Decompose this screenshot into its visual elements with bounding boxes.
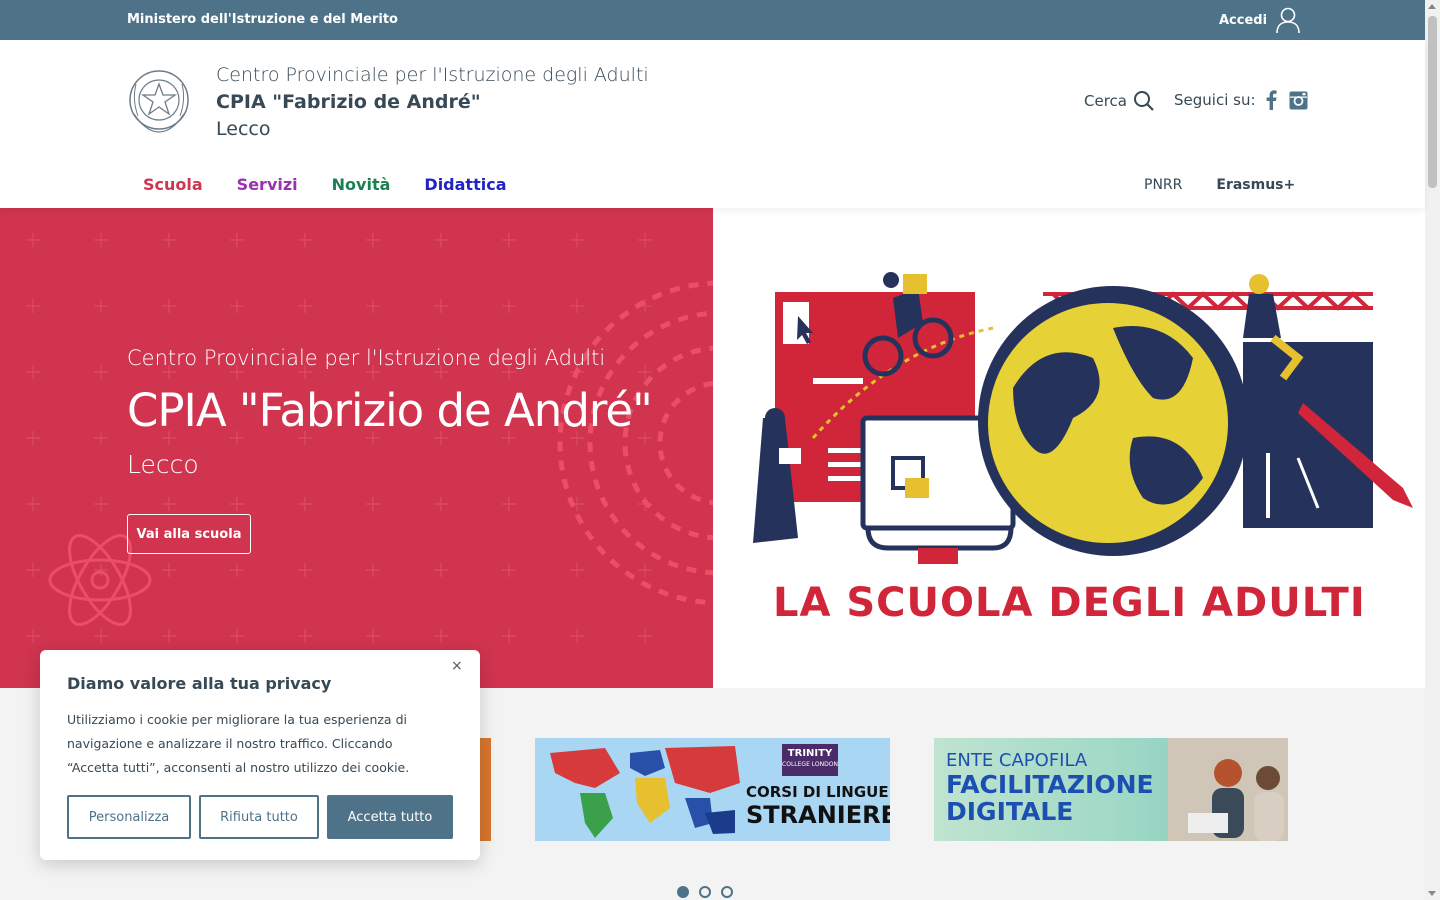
trinity-badge-title: TRINITY (787, 748, 833, 759)
scroll-up-icon[interactable] (1428, 4, 1436, 9)
hero-title: CPIA "Fabrizio de André" (127, 384, 653, 437)
top-bar: Ministero dell'Istruzione e del Merito A… (0, 0, 1425, 40)
carousel-dots (677, 886, 733, 898)
cookie-title: Diamo valore alla tua privacy (67, 674, 332, 693)
nav-item-novita[interactable]: Novità (332, 175, 391, 194)
user-icon (1276, 7, 1300, 34)
scroll-down-icon[interactable] (1428, 891, 1436, 896)
hero-city: Lecco (127, 450, 199, 479)
login-label: Accedi (1219, 12, 1268, 28)
site-title-line2: CPIA "Fabrizio de André" (216, 91, 481, 113)
social-follow: Seguici su: (1174, 90, 1308, 110)
site-title-line1: Centro Provinciale per l'Istruzione degl… (216, 64, 649, 86)
banner-card-digital[interactable]: ENTE CAPOFILA FACILITAZIONE DIGITALE (934, 738, 1288, 841)
site-header: Centro Provinciale per l'Istruzione degl… (0, 40, 1425, 208)
digital-line2b: DIGITALE (946, 797, 1074, 826)
hero-decoration (26, 233, 713, 643)
digital-line1: ENTE CAPOFILA (946, 750, 1088, 771)
hero-illustration: LA SCUOLA DEGLI ADULTI (713, 208, 1425, 688)
world-map-flags-image (550, 746, 740, 838)
banner-card-languages[interactable]: TRINITY COLLEGE LONDON CORSI DI LINGUE S… (535, 738, 890, 841)
people-photo-image (1168, 738, 1288, 841)
search-icon (1133, 91, 1154, 111)
scrollbar-thumb[interactable] (1428, 16, 1437, 188)
search-label: Cerca (1084, 92, 1127, 110)
trinity-badge-subtitle: COLLEGE LONDON (782, 761, 838, 768)
site-titles[interactable]: Centro Provinciale per l'Istruzione degl… (216, 62, 649, 143)
nav-item-didattica[interactable]: Didattica (424, 175, 506, 194)
digital-line2: FACILITAZIONE DIGITALE (946, 771, 1154, 825)
digital-line2a: FACILITAZIONE (946, 770, 1154, 799)
hero-subtitle: Centro Provinciale per l'Istruzione degl… (127, 346, 606, 370)
nav-item-scuola[interactable]: Scuola (143, 175, 203, 194)
accept-all-button[interactable]: Accetta tutto (327, 795, 453, 839)
nav-item-servizi[interactable]: Servizi (237, 175, 298, 194)
languages-line1: CORSI DI LINGUE (746, 783, 889, 801)
main-nav: Scuola Servizi Novità Didattica (143, 175, 506, 194)
search-button[interactable]: Cerca (1084, 90, 1155, 112)
nav-item-pnrr[interactable]: PNRR (1144, 177, 1182, 193)
close-icon[interactable]: × (451, 658, 463, 674)
cookie-consent-dialog: × Diamo valore alla tua privacy Utilizzi… (40, 650, 480, 860)
go-to-school-button[interactable]: Vai alla scuola (127, 514, 251, 554)
ministry-link[interactable]: Ministero dell'Istruzione e del Merito (127, 12, 398, 27)
cookie-text: Utilizziamo i cookie per migliorare la t… (67, 712, 410, 775)
secondary-nav: PNRR Erasmus+ (1144, 177, 1295, 193)
carousel-dot-3[interactable] (721, 886, 733, 898)
reject-all-button[interactable]: Rifiuta tutto (199, 795, 319, 839)
republic-emblem-icon[interactable] (126, 64, 192, 136)
languages-line2: STRANIERE (746, 801, 890, 829)
instagram-icon[interactable] (1289, 91, 1308, 110)
facebook-icon[interactable] (1266, 90, 1277, 110)
hero-slogan: LA SCUOLA DEGLI ADULTI (773, 580, 1366, 626)
customize-button[interactable]: Personalizza (67, 795, 191, 839)
site-title-line3: Lecco (216, 118, 271, 140)
page-scrollbar[interactable] (1425, 0, 1440, 900)
trinity-badge: TRINITY COLLEGE LONDON (782, 744, 838, 776)
carousel-dot-1[interactable] (677, 886, 689, 898)
login-button[interactable]: Accedi (1219, 6, 1301, 34)
nav-item-erasmus[interactable]: Erasmus+ (1216, 177, 1295, 193)
hero-panel: Centro Provinciale per l'Istruzione degl… (0, 208, 713, 688)
follow-label: Seguici su: (1174, 91, 1256, 109)
carousel-dot-2[interactable] (699, 886, 711, 898)
